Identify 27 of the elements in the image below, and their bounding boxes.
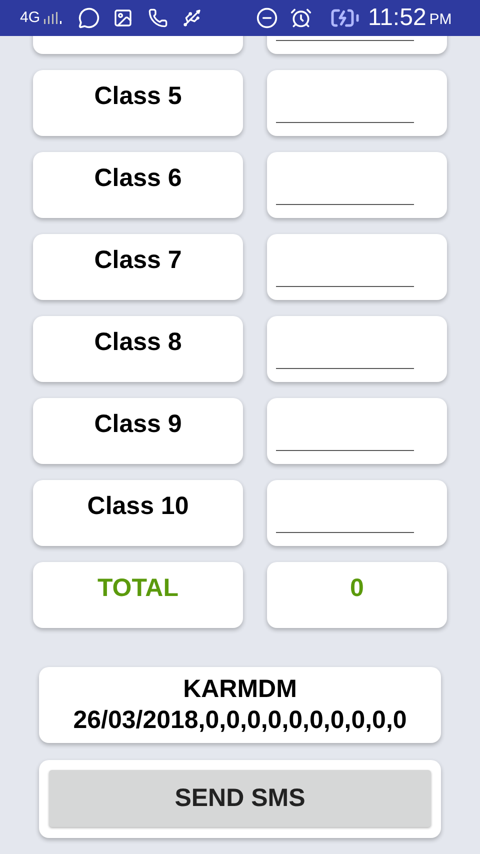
message-line: KARMDM	[183, 674, 297, 705]
chat-bubble-icon	[78, 7, 100, 29]
clock-time: 11:52	[368, 3, 426, 33]
class-label: Class 8	[94, 327, 182, 358]
clock-suffix: PM	[429, 10, 452, 30]
network-label: 4G	[20, 8, 40, 28]
input-field[interactable]	[267, 70, 447, 136]
image-icon	[113, 8, 134, 28]
input-field[interactable]	[267, 398, 447, 464]
usb-icon	[182, 8, 202, 28]
class-label: Class 5	[94, 81, 182, 112]
class-label: Class 9	[94, 409, 182, 440]
class-label: Class 7	[94, 245, 182, 276]
total-label: TOTAL	[97, 573, 178, 604]
class-label: Class 6	[94, 163, 182, 194]
total-value: 0	[350, 573, 364, 604]
send-sms-button[interactable]: SEND SMS	[49, 770, 431, 827]
do-not-disturb-icon	[256, 7, 278, 29]
alarm-icon	[290, 7, 312, 29]
input-field[interactable]	[267, 234, 447, 300]
phone-icon	[148, 8, 168, 28]
signal-icon	[43, 12, 64, 24]
input-field[interactable]	[267, 152, 447, 218]
input-field[interactable]	[267, 316, 447, 382]
class-label: Class 10	[87, 491, 189, 522]
message-line: 26/03/2018,0,0,0,0,0,0,0,0,0,0	[73, 705, 407, 736]
input-field[interactable]	[267, 480, 447, 546]
